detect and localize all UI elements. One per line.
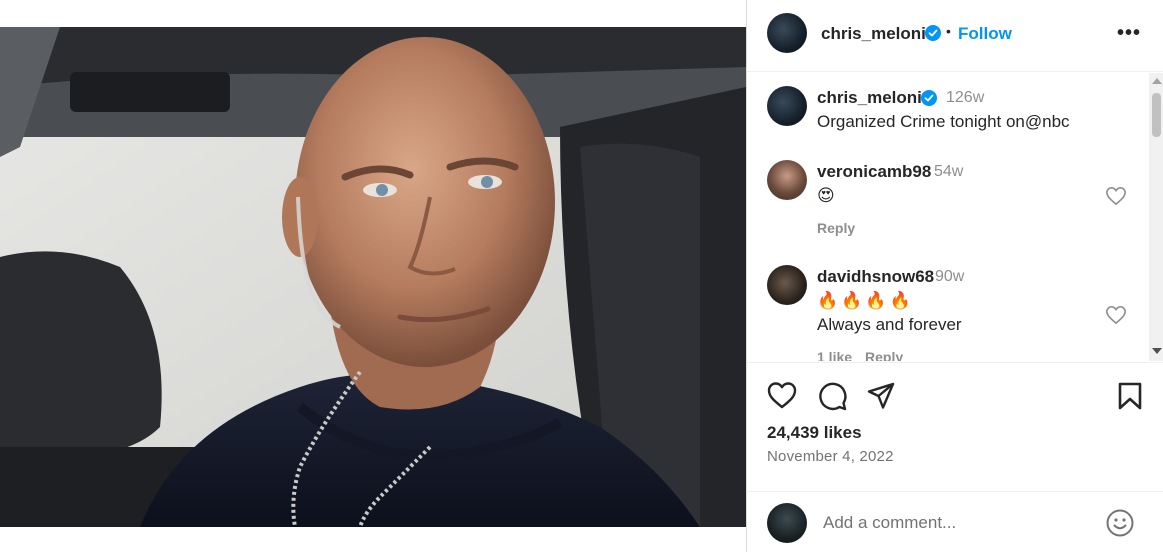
comment-bubble-icon[interactable]: [817, 381, 847, 411]
comment-username[interactable]: davidhsnow68: [817, 267, 934, 287]
scroll-down-arrow-icon[interactable]: [1152, 348, 1162, 354]
comments-scrollbar[interactable]: [1149, 73, 1163, 361]
author-avatar[interactable]: [767, 13, 807, 53]
smiley-icon[interactable]: [1105, 508, 1135, 538]
heart-icon[interactable]: [767, 381, 797, 411]
verified-badge-icon: [921, 90, 937, 106]
scroll-up-arrow-icon[interactable]: [1152, 78, 1162, 84]
commenter-avatar[interactable]: [767, 265, 807, 305]
comment-time[interactable]: 54w: [934, 163, 963, 181]
comment-time[interactable]: 90w: [935, 268, 964, 286]
post-actions: 24,439 likes November 4, 2022: [747, 362, 1163, 552]
comment-text: Always and forever: [817, 315, 962, 334]
post-date[interactable]: November 4, 2022: [767, 448, 894, 465]
post-sidebar: chris_meloni • Follow ••• chris_meloni 1…: [746, 0, 1163, 552]
comment-emoji: 🔥🔥🔥🔥: [817, 291, 914, 310]
comment-likes-count[interactable]: 1 like: [817, 349, 852, 361]
comment-username[interactable]: veronicamb98: [817, 162, 931, 182]
likes-count[interactable]: 24,439 likes: [767, 423, 862, 443]
post-photo[interactable]: [0, 27, 746, 527]
follow-button[interactable]: Follow: [958, 24, 1012, 44]
scroll-thumb[interactable]: [1152, 93, 1161, 137]
comment-like-heart-icon[interactable]: [1105, 305, 1127, 325]
header-separator: •: [946, 23, 951, 39]
paper-plane-icon[interactable]: [866, 381, 896, 411]
reply-button[interactable]: Reply: [865, 349, 903, 361]
post-media-pane: [0, 0, 746, 552]
reply-button[interactable]: Reply: [817, 220, 855, 236]
verified-badge-icon: [925, 25, 941, 41]
author-username[interactable]: chris_meloni: [821, 24, 926, 44]
add-comment-input[interactable]: [823, 511, 1083, 535]
caption-time[interactable]: 126w: [946, 89, 984, 107]
commenter-avatar[interactable]: [767, 160, 807, 200]
bookmark-icon[interactable]: [1115, 381, 1145, 411]
post-photo-illustration: [0, 27, 746, 527]
caption-avatar[interactable]: [767, 86, 807, 126]
comment-like-heart-icon[interactable]: [1105, 186, 1127, 206]
comment-text: 😍: [817, 186, 835, 205]
current-user-avatar: [767, 503, 807, 543]
post-header: chris_meloni • Follow •••: [747, 0, 1163, 72]
comments-list[interactable]: chris_meloni 126w Organized Crime tonigh…: [747, 73, 1149, 361]
more-options-icon[interactable]: •••: [1117, 22, 1141, 45]
caption-username[interactable]: chris_meloni: [817, 88, 922, 108]
add-comment-row: [747, 491, 1163, 552]
caption-text: Organized Crime tonight on@nbc: [817, 112, 1070, 131]
